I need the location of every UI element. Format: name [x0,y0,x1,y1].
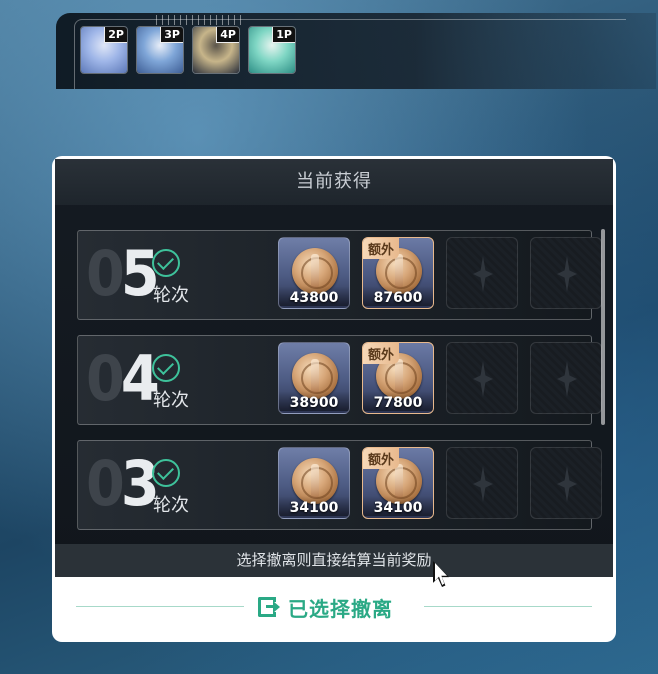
extra-reward-card[interactable]: 额外 34100 [362,447,434,519]
panel-title: 当前获得 [55,159,613,205]
empty-reward-slot [530,447,602,519]
reward-amount: 38900 [279,391,349,411]
reward-amount: 43800 [279,286,349,306]
star-placeholder-icon [473,361,493,397]
check-circle-icon [152,459,180,487]
player-badge: 4P [216,27,239,43]
exit-icon [258,596,280,618]
star-placeholder-icon [557,256,577,292]
extra-reward-card[interactable]: 额外 87600 [362,237,434,309]
player-badge: 3P [160,27,183,43]
reward-card[interactable]: 38900 [278,342,350,414]
party-slot[interactable]: 2P [80,26,128,74]
reward-amount: 87600 [363,286,433,306]
star-placeholder-icon [557,361,577,397]
withdraw-hint: 选择撤离则直接结算当前奖励 [55,544,613,577]
rewards-panel-body: 当前获得 05 轮次 43800 额外 87600 04 轮次 38900 额外 77800 03 轮… [55,159,613,577]
reward-amount: 34100 [363,496,433,516]
extra-tag: 额外 [363,343,400,364]
star-placeholder-icon [557,466,577,502]
withdraw-button[interactable]: 已选择撤离 [258,592,393,622]
withdraw-status[interactable]: 已选择撤离 [76,592,592,622]
check-circle-icon [152,354,180,382]
star-placeholder-icon [473,466,493,502]
empty-reward-slot [446,237,518,309]
reward-card[interactable]: 43800 [278,237,350,309]
round-row: 03 轮次 34100 额外 34100 [77,440,602,530]
reward-card[interactable]: 34100 [278,447,350,519]
round-row: 04 轮次 38900 额外 77800 [77,335,602,425]
round-label: 轮次 [153,390,189,411]
round-number: 03 [86,447,160,520]
player-badge: 1P [272,27,295,43]
scrollbar[interactable] [601,229,605,425]
extra-reward-card[interactable]: 额外 77800 [362,342,434,414]
empty-reward-slot [530,342,602,414]
reward-amount: 34100 [279,496,349,516]
round-row: 05 轮次 43800 额外 87600 [77,230,602,320]
party-slot[interactable]: 1P [248,26,296,74]
round-number: 04 [86,342,160,415]
round-number: 05 [86,237,160,310]
extra-tag: 额外 [363,448,400,469]
party-bar-ticks [156,15,246,25]
empty-reward-slot [530,237,602,309]
rewards-panel: 当前获得 05 轮次 43800 额外 87600 04 轮次 38900 额外 77800 03 轮… [52,156,616,642]
empty-reward-slot [446,447,518,519]
divider-right [424,606,592,607]
party-slot[interactable]: 3P [136,26,184,74]
withdraw-label: 已选择撤离 [288,596,393,621]
party-slot[interactable]: 4P [192,26,240,74]
star-placeholder-icon [473,256,493,292]
reward-amount: 77800 [363,391,433,411]
divider-left [76,606,244,607]
round-label: 轮次 [153,495,189,516]
round-label: 轮次 [153,285,189,306]
player-badge: 2P [104,27,127,43]
check-circle-icon [152,249,180,277]
empty-reward-slot [446,342,518,414]
extra-tag: 额外 [363,238,400,259]
